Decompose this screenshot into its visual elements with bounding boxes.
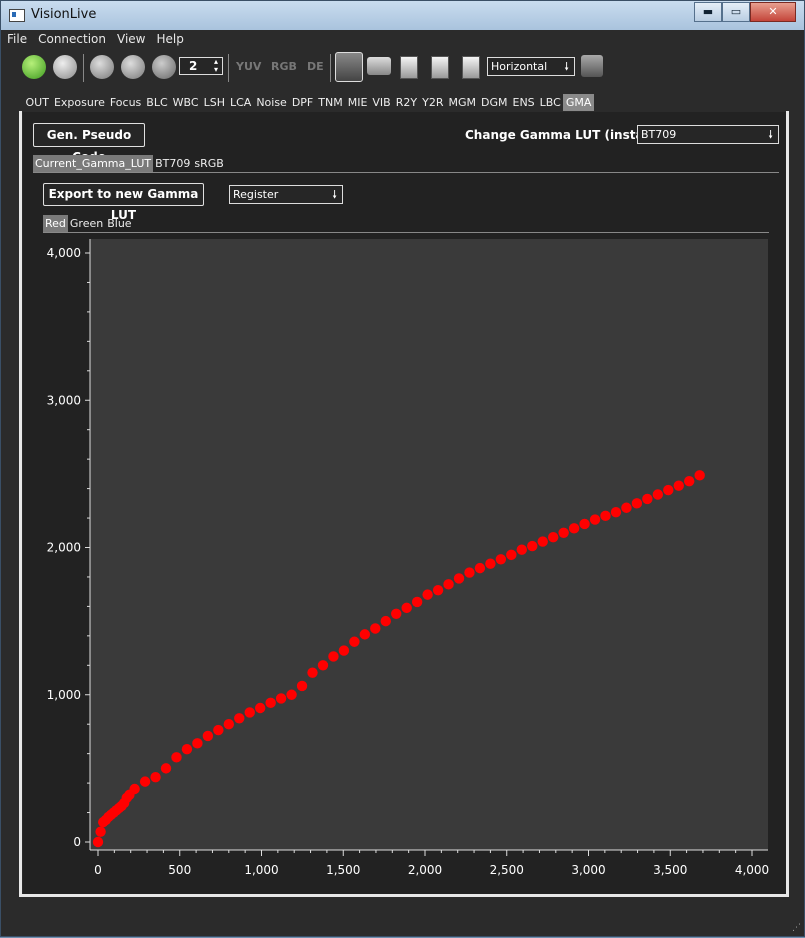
- x-tick-label: 2,500: [490, 863, 524, 877]
- resize-grip-icon[interactable]: ⋰: [792, 923, 801, 933]
- data-point: [181, 744, 193, 755]
- data-point: [192, 738, 203, 749]
- y-tick-label: 4,000: [47, 246, 81, 260]
- data-point: [527, 540, 538, 552]
- data-point: [432, 585, 444, 596]
- data-point: [349, 636, 360, 647]
- data-point: [411, 596, 423, 608]
- data-point: [296, 680, 308, 692]
- x-tick-label: 4,000: [735, 863, 769, 877]
- x-tick-label: 3,000: [571, 863, 605, 877]
- data-point: [401, 602, 412, 614]
- data-point: [171, 752, 182, 763]
- data-point: [506, 549, 517, 561]
- data-point: [621, 502, 632, 513]
- data-point: [516, 544, 527, 555]
- data-point: [213, 724, 224, 736]
- data-point: [568, 523, 580, 534]
- data-point: [694, 470, 705, 481]
- data-point: [265, 697, 276, 709]
- data-point: [495, 554, 507, 565]
- data-point: [610, 506, 622, 518]
- x-tick-label: 500: [168, 863, 191, 877]
- data-point: [307, 667, 318, 678]
- x-tick-label: 1,500: [326, 863, 360, 877]
- data-point: [422, 589, 433, 600]
- data-point: [642, 493, 653, 505]
- data-point: [537, 536, 548, 547]
- data-point: [234, 713, 245, 724]
- data-point: [558, 527, 569, 538]
- data-point: [275, 693, 287, 704]
- y-tick-label: 3,000: [47, 393, 81, 407]
- data-point: [673, 480, 684, 491]
- y-tick-label: 0: [73, 835, 81, 849]
- data-point: [92, 836, 104, 848]
- data-point: [95, 826, 106, 837]
- x-tick-label: 3,500: [653, 863, 687, 877]
- data-point: [202, 730, 214, 742]
- data-point: [359, 629, 371, 640]
- application-window: VisionLive ▬ ▭ ✕ File Connection View He…: [0, 0, 805, 937]
- data-point: [391, 608, 402, 619]
- x-tick-label: 0: [94, 863, 102, 877]
- data-point: [254, 702, 266, 714]
- data-point: [579, 518, 590, 530]
- data-point: [547, 531, 559, 543]
- data-point: [338, 645, 350, 656]
- data-point: [380, 615, 391, 627]
- data-point: [223, 719, 234, 730]
- data-point: [589, 514, 601, 525]
- data-point: [464, 567, 475, 578]
- data-point: [150, 772, 161, 783]
- data-point: [684, 476, 695, 487]
- data-point: [631, 498, 643, 509]
- gamma-curve-chart: 0 1,000 2,000 3,000 4,000 0 500 1,000 1,500 2,000…: [47, 239, 769, 877]
- data-point: [328, 651, 339, 662]
- data-point: [370, 623, 381, 634]
- y-tick-label: 2,000: [47, 541, 81, 555]
- data-point: [160, 763, 172, 774]
- x-tick-label: 1,000: [244, 863, 278, 877]
- data-point: [443, 579, 454, 590]
- data-point: [600, 510, 611, 522]
- data-point: [286, 689, 297, 700]
- x-tick-label: 2,000: [408, 863, 442, 877]
- data-point: [317, 660, 329, 671]
- data-point: [652, 489, 664, 500]
- y-tick-label: 1,000: [47, 688, 81, 702]
- plot-area: [90, 239, 768, 850]
- data-point: [139, 776, 151, 787]
- data-point: [453, 573, 465, 584]
- data-point: [244, 707, 255, 718]
- data-point: [129, 783, 140, 795]
- data-point: [474, 562, 486, 574]
- data-point: [663, 484, 674, 496]
- data-point: [485, 558, 496, 569]
